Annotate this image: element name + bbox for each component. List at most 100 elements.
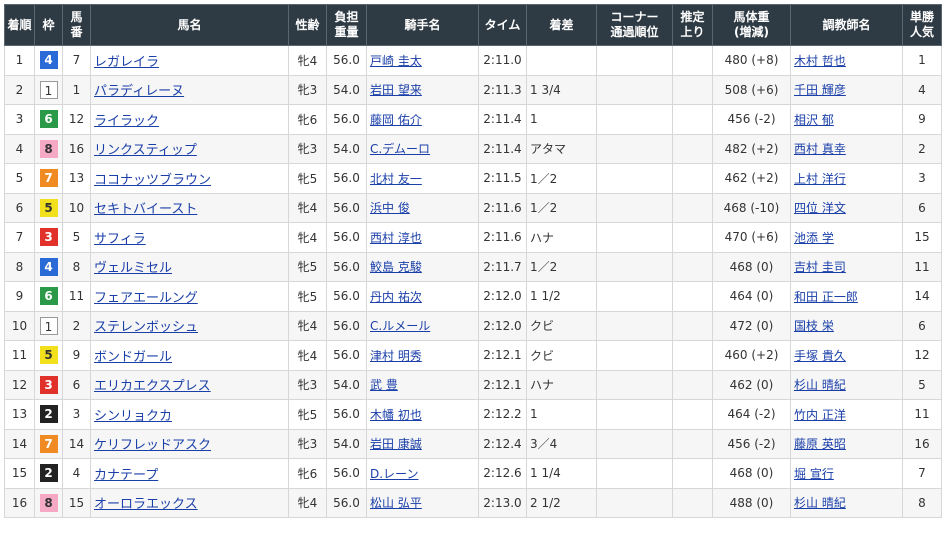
trainer-link[interactable]: 堀 宣行 xyxy=(794,467,834,481)
umaban-cell: 4 xyxy=(62,458,91,489)
horse-name-link[interactable]: フェアエールング xyxy=(94,291,198,306)
time-cell: 2:12.6 xyxy=(478,458,527,489)
agari-cell xyxy=(672,133,713,164)
trainer-link[interactable]: 千田 輝彦 xyxy=(794,83,846,97)
jockey-link[interactable]: 西村 淳也 xyxy=(370,231,422,245)
weight-cell: 56.0 xyxy=(326,458,367,489)
waku-cell: 7 xyxy=(34,428,63,459)
jockey-link[interactable]: 丹内 祐次 xyxy=(370,290,422,304)
popularity-cell: 11 xyxy=(902,251,942,282)
waku-badge: 3 xyxy=(39,228,58,247)
header-popularity: 単勝 人気 xyxy=(902,4,942,46)
jockey-cell: 木幡 初也 xyxy=(366,399,479,430)
jockey-cell: C.ルメール xyxy=(366,310,479,341)
sex-age-cell: 牝3 xyxy=(288,74,327,105)
rank-cell: 15 xyxy=(4,458,35,489)
jockey-link[interactable]: 浜中 俊 xyxy=(370,201,410,215)
waku-badge: 6 xyxy=(39,287,58,306)
table-row: 16 8 15 オーロラエックス 牝4 56.0 松山 弘平 2:13.0 2 1/2 488 (… xyxy=(4,487,942,518)
horse-name-cell: ボンドガール xyxy=(90,340,289,371)
horse-name-link[interactable]: カナテープ xyxy=(94,468,158,483)
weight-cell: 56.0 xyxy=(326,222,367,253)
horse-name-link[interactable]: リンクスティップ xyxy=(94,143,197,158)
table-row: 2 1 1 パラディレーヌ 牝3 54.0 岩田 望来 2:11.3 1 3/4 508 (+6)… xyxy=(4,74,942,105)
trainer-link[interactable]: 杉山 晴紀 xyxy=(794,378,846,392)
trainer-link[interactable]: 吉村 圭司 xyxy=(794,260,846,274)
jockey-link[interactable]: C.デムーロ xyxy=(370,142,430,156)
horse-name-link[interactable]: オーロラエックス xyxy=(94,497,198,512)
trainer-link[interactable]: 池添 学 xyxy=(794,231,834,245)
trainer-link[interactable]: 竹内 正洋 xyxy=(794,408,846,422)
horse-name-link[interactable]: サフィラ xyxy=(94,232,146,247)
trainer-link[interactable]: 藤原 英昭 xyxy=(794,437,846,451)
horse-name-link[interactable]: ステレンボッシュ xyxy=(94,320,198,335)
sex-age-cell: 牝5 xyxy=(288,281,327,312)
rank-cell: 12 xyxy=(4,369,35,400)
jockey-link[interactable]: 津村 明秀 xyxy=(370,349,422,363)
trainer-link[interactable]: 手塚 貴久 xyxy=(794,349,846,363)
time-cell: 2:11.5 xyxy=(478,163,527,194)
body-weight-cell: 462 (0) xyxy=(712,369,791,400)
jockey-link[interactable]: 武 豊 xyxy=(370,378,398,392)
horse-name-link[interactable]: ボンドガール xyxy=(94,350,172,365)
jockey-link[interactable]: 戸崎 圭太 xyxy=(370,54,422,68)
trainer-cell: 杉山 晴紀 xyxy=(790,487,903,518)
horse-name-link[interactable]: ライラック xyxy=(94,114,159,129)
trainer-link[interactable]: 杉山 晴紀 xyxy=(794,496,846,510)
umaban-cell: 8 xyxy=(62,251,91,282)
waku-badge: 5 xyxy=(39,198,58,217)
jockey-link[interactable]: 岩田 望来 xyxy=(370,83,422,97)
agari-cell xyxy=(672,458,713,489)
waku-cell: 6 xyxy=(34,104,63,135)
horse-name-link[interactable]: ヴェルミセル xyxy=(94,261,172,276)
trainer-link[interactable]: 相沢 郁 xyxy=(794,113,834,127)
jockey-link[interactable]: D.レーン xyxy=(370,467,418,481)
corner-cell xyxy=(596,163,673,194)
jockey-link[interactable]: 藤岡 佑介 xyxy=(370,113,422,127)
trainer-cell: 池添 学 xyxy=(790,222,903,253)
jockey-link[interactable]: C.ルメール xyxy=(370,319,430,333)
race-results-table: 着順 枠 馬 番 馬名 性齢 負担 重量 騎手名 タイム 着差 コーナー 通過順… xyxy=(4,4,942,518)
umaban-cell: 11 xyxy=(62,281,91,312)
weight-cell: 54.0 xyxy=(326,428,367,459)
horse-name-link[interactable]: シンリョクカ xyxy=(94,409,172,424)
horse-name-link[interactable]: エリカエクスプレス xyxy=(94,379,211,394)
jockey-link[interactable]: 松山 弘平 xyxy=(370,496,422,510)
umaban-cell: 14 xyxy=(62,428,91,459)
waku-cell: 2 xyxy=(34,399,63,430)
jockey-link[interactable]: 木幡 初也 xyxy=(370,408,422,422)
weight-cell: 56.0 xyxy=(326,104,367,135)
waku-cell: 5 xyxy=(34,340,63,371)
waku-cell: 5 xyxy=(34,192,63,223)
umaban-cell: 9 xyxy=(62,340,91,371)
header-horse-name: 馬名 xyxy=(90,4,289,46)
body-weight-cell: 464 (0) xyxy=(712,281,791,312)
trainer-link[interactable]: 木村 哲也 xyxy=(794,54,846,68)
trainer-link[interactable]: 西村 真幸 xyxy=(794,142,846,156)
trainer-link[interactable]: 上村 洋行 xyxy=(794,172,846,186)
time-cell: 2:12.0 xyxy=(478,310,527,341)
corner-cell xyxy=(596,487,673,518)
jockey-link[interactable]: 北村 友一 xyxy=(370,172,422,186)
horse-name-link[interactable]: セキトバイースト xyxy=(94,202,197,217)
margin-cell: クビ xyxy=(526,340,597,371)
margin-cell: ハナ xyxy=(526,222,597,253)
waku-badge: 7 xyxy=(39,434,58,453)
horse-name-link[interactable]: ケリフレッドアスク xyxy=(94,438,211,453)
corner-cell xyxy=(596,428,673,459)
trainer-link[interactable]: 和田 正一郎 xyxy=(794,290,858,304)
trainer-cell: 手塚 貴久 xyxy=(790,340,903,371)
table-row: 1 4 7 レガレイラ 牝4 56.0 戸崎 圭太 2:11.0 480 (+8) 木村 哲也 1 xyxy=(4,45,942,76)
horse-name-link[interactable]: レガレイラ xyxy=(94,55,159,70)
horse-name-link[interactable]: パラディレーヌ xyxy=(94,84,184,99)
jockey-link[interactable]: 岩田 康誠 xyxy=(370,437,422,451)
horse-name-link[interactable]: ココナッツブラウン xyxy=(94,173,211,188)
table-row: 14 7 14 ケリフレッドアスク 牝3 54.0 岩田 康誠 2:12.4 3／4 456 (-… xyxy=(4,428,942,459)
table-row: 8 4 8 ヴェルミセル 牝5 56.0 鮫島 克駿 2:11.7 1／2 468 (0) 吉村 圭… xyxy=(4,251,942,282)
jockey-link[interactable]: 鮫島 克駿 xyxy=(370,260,422,274)
waku-badge: 2 xyxy=(39,405,58,424)
trainer-link[interactable]: 国枝 栄 xyxy=(794,319,834,333)
trainer-link[interactable]: 四位 洋文 xyxy=(794,201,846,215)
trainer-cell: 竹内 正洋 xyxy=(790,399,903,430)
header-trainer: 調教師名 xyxy=(790,4,903,46)
